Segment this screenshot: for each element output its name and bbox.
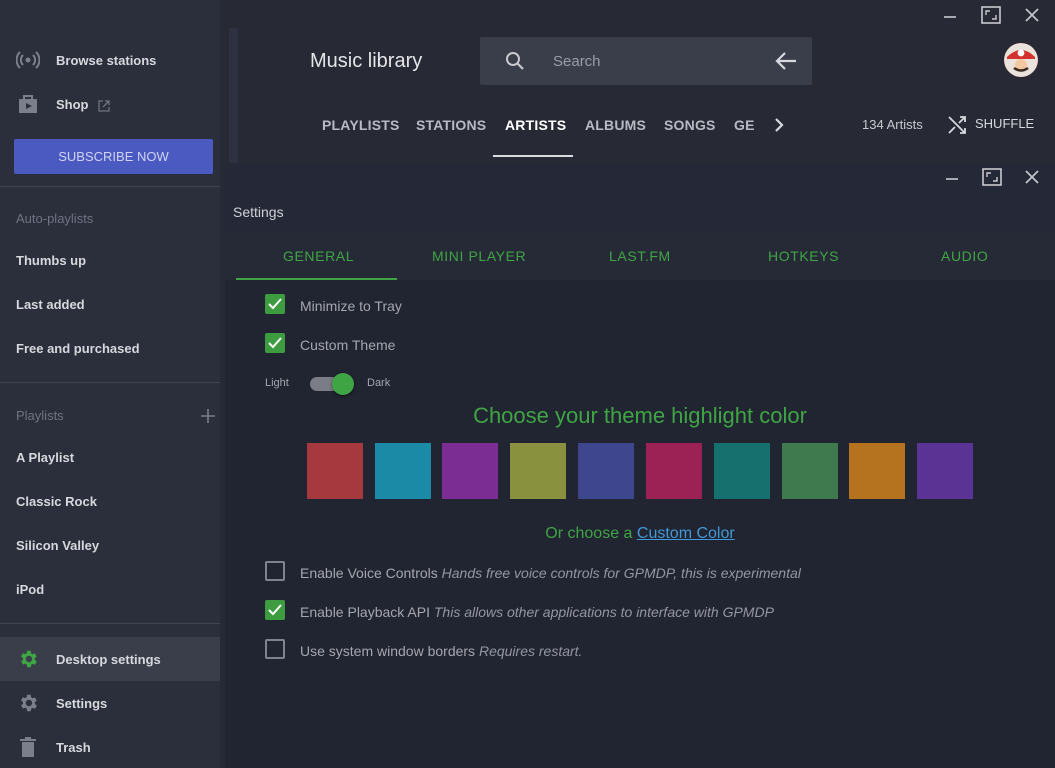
toggle-light-label: Light — [265, 377, 289, 389]
sidebar-divider — [0, 382, 220, 383]
system-borders-label: Use system window borders — [300, 643, 476, 659]
nav-shop-label: Shop — [56, 96, 89, 112]
shop-bag-icon — [16, 93, 40, 115]
nav-shop[interactable]: Shop — [0, 82, 220, 126]
artist-count: 134 Artists — [862, 117, 923, 132]
checkmark-icon — [268, 337, 282, 349]
color-swatch[interactable] — [375, 443, 431, 499]
minimize-icon[interactable] — [940, 165, 964, 189]
minimize-to-tray-checkbox[interactable] — [265, 294, 285, 314]
tab-genres[interactable]: GE — [734, 117, 755, 133]
playback-api-label: Enable Playback API — [300, 604, 430, 620]
tab-mini-player[interactable]: MINI PLAYER — [432, 248, 526, 264]
playlists-heading: Playlists — [16, 408, 64, 423]
tab-lastfm[interactable]: LAST.FM — [609, 248, 671, 264]
sidebar: Browse stations Shop SUBSCRIBE NOW Auto-… — [0, 0, 220, 768]
toggle-dark-label: Dark — [367, 377, 391, 389]
add-playlist-icon[interactable] — [200, 408, 216, 429]
system-borders-checkbox[interactable] — [265, 639, 285, 659]
auto-playlist-free-purchased[interactable]: Free and purchased — [16, 341, 140, 356]
nav-browse-stations[interactable]: Browse stations — [0, 38, 220, 82]
nav-settings-label: Settings — [56, 695, 108, 711]
system-borders-option: Use system window borders Requires resta… — [300, 643, 582, 659]
color-swatch[interactable] — [578, 443, 634, 499]
theme-toggle-knob[interactable] — [332, 373, 354, 395]
search-input[interactable]: Search — [553, 53, 601, 70]
tab-playlists[interactable]: PLAYLISTS — [322, 117, 400, 133]
voice-controls-description: Hands free voice controls for GPMDP, thi… — [441, 565, 801, 581]
tab-general[interactable]: GENERAL — [283, 248, 354, 264]
custom-theme-label: Custom Theme — [300, 337, 396, 353]
color-swatch[interactable] — [442, 443, 498, 499]
system-borders-description: Requires restart. — [478, 643, 583, 659]
close-icon[interactable] — [1020, 165, 1044, 189]
nav-desktop-settings-label: Desktop settings — [56, 651, 161, 667]
voice-controls-label: Enable Voice Controls — [300, 565, 438, 581]
nav-browse-stations-label: Browse stations — [56, 52, 157, 68]
sidebar-divider — [0, 186, 220, 187]
color-swatch[interactable] — [646, 443, 702, 499]
maximize-icon[interactable] — [980, 165, 1004, 189]
color-swatch[interactable] — [307, 443, 363, 499]
playlist-item[interactable]: A Playlist — [16, 450, 74, 465]
nav-settings[interactable]: Settings — [0, 681, 220, 725]
close-icon[interactable] — [1020, 3, 1044, 27]
custom-theme-checkbox[interactable] — [265, 333, 285, 353]
playlist-item[interactable]: iPod — [16, 582, 44, 597]
minimize-to-tray-label: Minimize to Tray — [300, 298, 402, 314]
color-swatch[interactable] — [849, 443, 905, 499]
active-tab-indicator — [236, 278, 397, 280]
auto-playlist-thumbs-up[interactable]: Thumbs up — [16, 253, 86, 268]
playlist-item[interactable]: Classic Rock — [16, 494, 97, 509]
tab-artists[interactable]: ARTISTS — [505, 117, 566, 133]
settings-title: Settings — [233, 204, 284, 220]
custom-color-prefix: Or choose a — [545, 525, 633, 542]
gear-icon — [16, 648, 40, 670]
search-icon[interactable] — [505, 51, 525, 76]
settings-titlebar — [225, 163, 1055, 233]
playback-api-option: Enable Playback API This allows other ap… — [300, 604, 774, 620]
playback-api-checkbox[interactable] — [265, 600, 285, 620]
tab-stations[interactable]: STATIONS — [416, 117, 486, 133]
maximize-icon[interactable] — [979, 3, 1003, 27]
voice-controls-option: Enable Voice Controls Hands free voice c… — [300, 565, 801, 581]
back-arrow-icon[interactable] — [775, 51, 797, 76]
auto-playlist-last-added[interactable]: Last added — [16, 297, 85, 312]
playback-api-description: This allows other applications to interf… — [433, 604, 774, 620]
nav-trash[interactable]: Trash — [0, 725, 220, 768]
active-tab-indicator — [493, 155, 573, 157]
tab-songs[interactable]: SONGS — [664, 117, 716, 133]
color-swatch[interactable] — [917, 443, 973, 499]
tab-hotkeys[interactable]: HOTKEYS — [768, 248, 839, 264]
radio-tower-icon — [16, 49, 40, 71]
auto-playlists-heading: Auto-playlists — [16, 211, 94, 226]
tab-audio[interactable]: AUDIO — [941, 248, 988, 264]
subscribe-button[interactable]: SUBSCRIBE NOW — [14, 139, 213, 174]
shuffle-button[interactable]: SHUFFLE — [975, 116, 1034, 131]
color-swatch[interactable] — [714, 443, 770, 499]
gear-icon — [16, 692, 40, 714]
search-bar[interactable] — [480, 37, 812, 85]
minimize-icon[interactable] — [938, 3, 962, 27]
sidebar-divider — [0, 623, 220, 624]
custom-color-link[interactable]: Custom Color — [637, 525, 735, 542]
trash-icon — [16, 736, 40, 758]
playlist-item[interactable]: Silicon Valley — [16, 538, 99, 553]
checkmark-icon — [268, 298, 282, 310]
nav-desktop-settings[interactable]: Desktop settings — [0, 637, 220, 681]
header-edge — [229, 28, 238, 163]
custom-color-line: Or choose a Custom Color — [225, 525, 1055, 543]
color-swatch[interactable] — [782, 443, 838, 499]
tab-albums[interactable]: ALBUMS — [585, 117, 646, 133]
color-swatch[interactable] — [510, 443, 566, 499]
nav-trash-label: Trash — [56, 739, 91, 755]
checkmark-icon — [268, 604, 282, 616]
external-link-icon — [98, 99, 110, 117]
page-title: Music library — [310, 50, 423, 72]
theme-color-heading: Choose your theme highlight color — [473, 403, 807, 428]
avatar[interactable] — [1004, 43, 1038, 77]
voice-controls-checkbox[interactable] — [265, 561, 285, 581]
chevron-right-icon[interactable] — [772, 117, 786, 138]
shuffle-icon[interactable] — [947, 115, 967, 140]
